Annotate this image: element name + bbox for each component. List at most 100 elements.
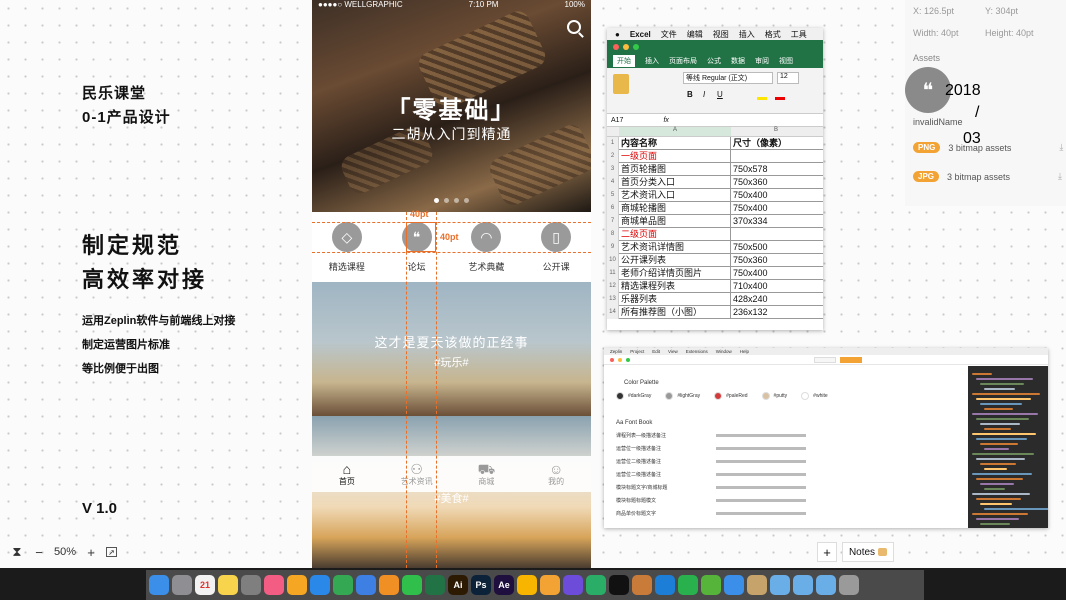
cell-size[interactable]: 370x334 <box>731 215 821 228</box>
feature-card[interactable]: 这才是夏天该做的正经事 #玩乐# <box>312 282 591 416</box>
box-icon[interactable] <box>747 575 767 595</box>
table-row[interactable]: 13 乐器列表 428x240 <box>607 292 823 306</box>
font-color-icon[interactable] <box>775 90 785 100</box>
notes-button[interactable]: Notes <box>842 542 894 562</box>
trash-icon[interactable] <box>839 575 859 595</box>
column-b[interactable]: B <box>731 127 821 136</box>
menu-item[interactable]: Help <box>740 349 749 354</box>
photos-icon[interactable] <box>287 575 307 595</box>
hourglass-icon[interactable]: ⧗ <box>10 544 24 559</box>
cell-name[interactable]: 艺术资讯入口 <box>619 188 731 202</box>
evernote-icon[interactable] <box>701 575 721 595</box>
cell-size[interactable]: 710x400 <box>731 280 821 293</box>
png-assets-row[interactable]: PNG 3 bitmap assets ⤓ <box>913 142 1063 153</box>
tab-data[interactable]: 数据 <box>731 56 745 66</box>
cell-size[interactable]: 750x578 <box>731 163 821 176</box>
menu-item[interactable]: View <box>668 349 678 354</box>
cell-name[interactable]: 乐器列表 <box>619 292 731 306</box>
maximize-icon[interactable] <box>633 44 639 50</box>
cell-size[interactable] <box>731 150 821 163</box>
table-row[interactable]: 9 艺术资讯详情图 750x500 <box>607 240 823 254</box>
table-row[interactable]: 7 商城单品图 370x334 <box>607 214 823 228</box>
download-icon[interactable]: ⤓ <box>1059 142 1063 153</box>
close-icon[interactable] <box>613 44 619 50</box>
minimize-icon[interactable] <box>618 357 622 362</box>
menu-item[interactable]: 编辑 <box>687 29 703 40</box>
tab-shop[interactable]: ⛟ 商城 <box>452 456 522 492</box>
color-swatch[interactable]: #putty <box>761 392 787 400</box>
menu-item[interactable]: 视图 <box>713 29 729 40</box>
tab-home[interactable]: ⌂ 首页 <box>312 456 382 492</box>
system-preferences-icon[interactable] <box>241 575 261 595</box>
tab-view[interactable]: 视图 <box>779 56 793 66</box>
menu-item[interactable]: 插入 <box>739 29 755 40</box>
airmail-icon[interactable] <box>724 575 744 595</box>
itunes-icon[interactable] <box>264 575 284 595</box>
fx-icon[interactable]: fx <box>663 117 668 124</box>
tab-profile[interactable]: ☺ 我的 <box>521 456 591 492</box>
table-row[interactable]: 8 二级页面 <box>607 227 823 241</box>
font-style-row[interactable]: 模块标题标题模文 <box>616 497 806 510</box>
apple-icon[interactable]: ● <box>615 30 620 39</box>
tab-home[interactable]: 开始 <box>613 55 635 67</box>
cell-name[interactable]: 商城轮播图 <box>619 201 731 215</box>
table-row[interactable]: 12 精选课程列表 710x400 <box>607 279 823 293</box>
maximize-icon[interactable] <box>626 357 630 362</box>
italic-button[interactable]: I <box>703 90 705 99</box>
cell-name[interactable]: 公开课列表 <box>619 253 731 267</box>
cell-name[interactable]: 首页分类入口 <box>619 175 731 189</box>
wechat-icon[interactable] <box>586 575 606 595</box>
monkey-icon[interactable] <box>632 575 652 595</box>
chat-icon[interactable] <box>678 575 698 595</box>
font-style-row[interactable]: 课程列表—级描述备注 <box>616 432 806 445</box>
font-style-row[interactable]: 运营位二级描述备注 <box>616 458 806 471</box>
table-row[interactable]: 3 首页轮播图 750x578 <box>607 162 823 176</box>
cell-size[interactable]: 750x400 <box>731 267 821 280</box>
pages-icon[interactable] <box>379 575 399 595</box>
cell-size[interactable]: 750x360 <box>731 176 821 189</box>
table-row[interactable]: 1 内容名称 尺寸（像素） <box>607 136 823 150</box>
cell-name[interactable]: 二级页面 <box>619 227 731 241</box>
menu-item[interactable]: Extensions <box>686 349 708 354</box>
close-icon[interactable] <box>610 357 614 362</box>
tab-art-news[interactable]: ⚇ 艺术资讯 <box>382 456 452 492</box>
bold-button[interactable]: B <box>687 90 693 99</box>
selected-layer-box[interactable] <box>406 222 436 252</box>
cell-size[interactable]: 428x240 <box>731 293 821 306</box>
cell-size[interactable]: 尺寸（像素） <box>731 137 821 150</box>
menu-item[interactable]: 工具 <box>791 29 807 40</box>
phone-artboard[interactable]: ●●●●○ WELLGRAPHIC 7:10 PM 100% 「零基础」 二胡从… <box>312 0 591 568</box>
cell-name[interactable]: 商城单品图 <box>619 214 731 228</box>
table-row[interactable]: 10 公开课列表 750x360 <box>607 253 823 267</box>
calendar-icon[interactable]: 21 <box>195 575 215 595</box>
column-a[interactable]: A <box>619 127 731 136</box>
cell-size[interactable]: 750x400 <box>731 202 821 215</box>
excel-window[interactable]: ● Excel 文件 编辑 视图 插入 格式 工具 开始 插入 页面布局 公式 … <box>607 28 823 330</box>
menu-item[interactable]: Edit <box>652 349 660 354</box>
cell-size[interactable]: 750x360 <box>731 254 821 267</box>
numbers-icon[interactable] <box>402 575 422 595</box>
toolbar-button-active[interactable] <box>840 356 862 363</box>
cell-name[interactable]: 艺术资讯详情图 <box>619 240 731 254</box>
menu-item[interactable]: 格式 <box>765 29 781 40</box>
tab-insert[interactable]: 插入 <box>645 56 659 66</box>
cell-reference[interactable]: A17 <box>611 117 623 124</box>
zeplin-window[interactable]: Zeplin Project Edit View Extensions Window Hel… <box>604 348 1048 528</box>
cell-name[interactable]: 精选课程列表 <box>619 279 731 293</box>
table-row[interactable]: 11 老师介绍详情页图片 750x400 <box>607 266 823 280</box>
menu-item[interactable]: 文件 <box>661 29 677 40</box>
cell-name[interactable]: 内容名称 <box>619 136 731 150</box>
cell-name[interactable]: 所有推荐图（小图） <box>619 305 731 319</box>
after-effects-icon[interactable]: Ae <box>494 575 514 595</box>
cell-name[interactable]: 首页轮播图 <box>619 162 731 176</box>
export-icon[interactable]: ↗ <box>106 547 118 557</box>
sketch-icon[interactable] <box>517 575 537 595</box>
table-row[interactable]: 4 首页分类入口 750x360 <box>607 175 823 189</box>
font-select[interactable]: 等线 Regular (正文) <box>683 72 773 84</box>
table-row[interactable]: 2 一级页面 <box>607 149 823 163</box>
underline-button[interactable]: U <box>717 90 723 99</box>
food-card[interactable]: #美食# <box>312 416 591 568</box>
add-button[interactable]: + <box>817 542 837 562</box>
keynote-icon[interactable] <box>356 575 376 595</box>
search-icon[interactable] <box>567 20 581 34</box>
